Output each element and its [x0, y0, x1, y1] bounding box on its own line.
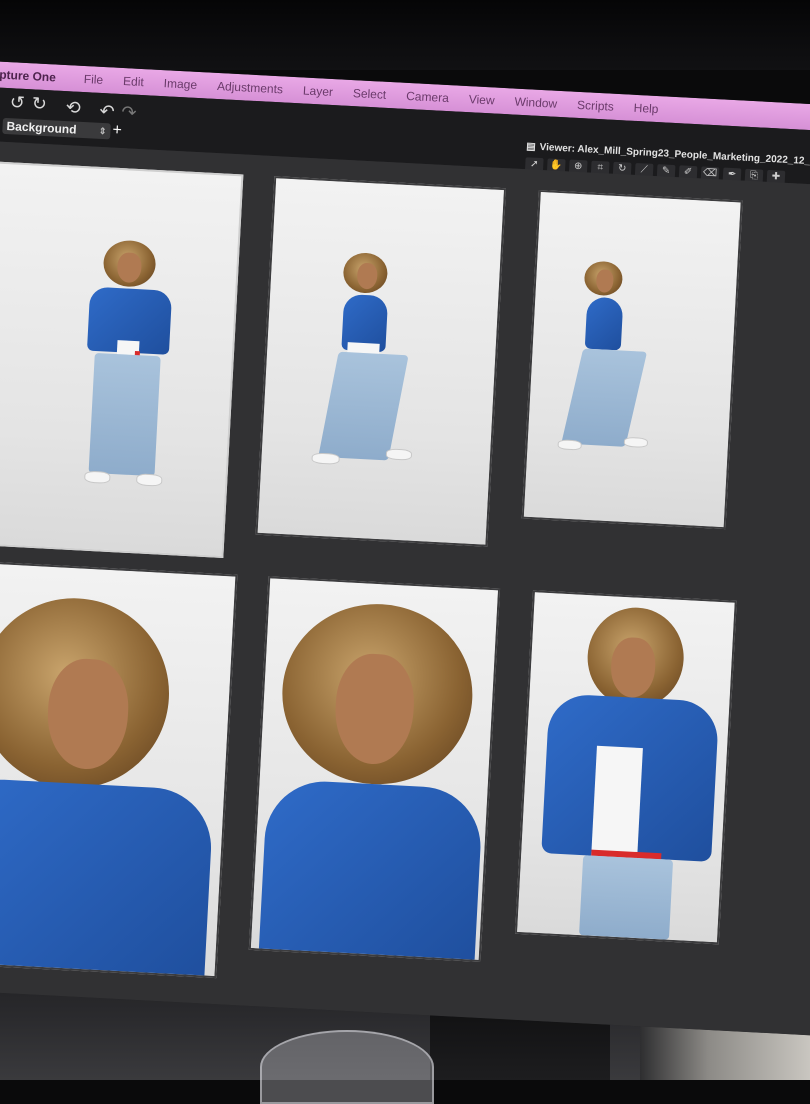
thumbnail-5[interactable] — [248, 576, 501, 962]
jeans — [88, 352, 161, 477]
thumbnail-1[interactable] — [0, 161, 244, 558]
jeans — [579, 855, 674, 940]
layer-select[interactable]: Background ⇕ — [2, 117, 111, 140]
monitor-screen: pture One File Edit Image Adjustments La… — [0, 60, 810, 1036]
menu-camera[interactable]: Camera — [396, 88, 459, 105]
thumbnail-2[interactable] — [255, 176, 507, 547]
denim-jacket — [0, 777, 215, 979]
shoe — [557, 439, 582, 451]
shoe — [385, 448, 413, 461]
thumbnail-3[interactable] — [521, 189, 743, 530]
menu-view[interactable]: View — [458, 92, 504, 108]
chevron-updown-icon: ⇕ — [98, 125, 107, 137]
denim-jacket — [584, 296, 624, 351]
menu-select[interactable]: Select — [343, 86, 397, 103]
document-icon: ▤ — [525, 141, 536, 153]
denim-jacket — [258, 778, 484, 962]
rotate-right-icon[interactable]: ↻ — [31, 93, 47, 115]
menu-help[interactable]: Help — [623, 100, 668, 116]
menu-scripts[interactable]: Scripts — [567, 97, 624, 114]
menu-window[interactable]: Window — [504, 94, 567, 111]
shoe — [623, 436, 649, 448]
layer-select-value: Background — [6, 119, 77, 137]
menu-adjustments[interactable]: Adjustments — [207, 78, 294, 96]
shoe — [311, 452, 340, 465]
thumbnail-4[interactable] — [0, 560, 238, 979]
thumbnail-6[interactable] — [515, 590, 737, 945]
undo-icon[interactable]: ↶ — [99, 101, 115, 123]
thumbnail-viewer — [0, 139, 810, 1036]
menu-image[interactable]: Image — [153, 76, 207, 93]
cup-lid — [260, 1030, 434, 1104]
app-name[interactable]: pture One — [0, 66, 74, 85]
reset-icon[interactable]: ⟲ — [65, 97, 81, 119]
menu-file[interactable]: File — [73, 71, 113, 87]
menu-edit[interactable]: Edit — [113, 74, 154, 90]
menu-layer[interactable]: Layer — [293, 83, 344, 100]
monitor-bezel — [0, 0, 810, 70]
rotate-left-icon[interactable]: ↺ — [9, 92, 25, 114]
white-shirt — [591, 745, 643, 859]
redo-icon[interactable]: ↷ — [121, 102, 137, 124]
shoe — [135, 473, 163, 487]
shoe — [84, 470, 111, 484]
add-layer-button[interactable]: + — [112, 122, 122, 140]
